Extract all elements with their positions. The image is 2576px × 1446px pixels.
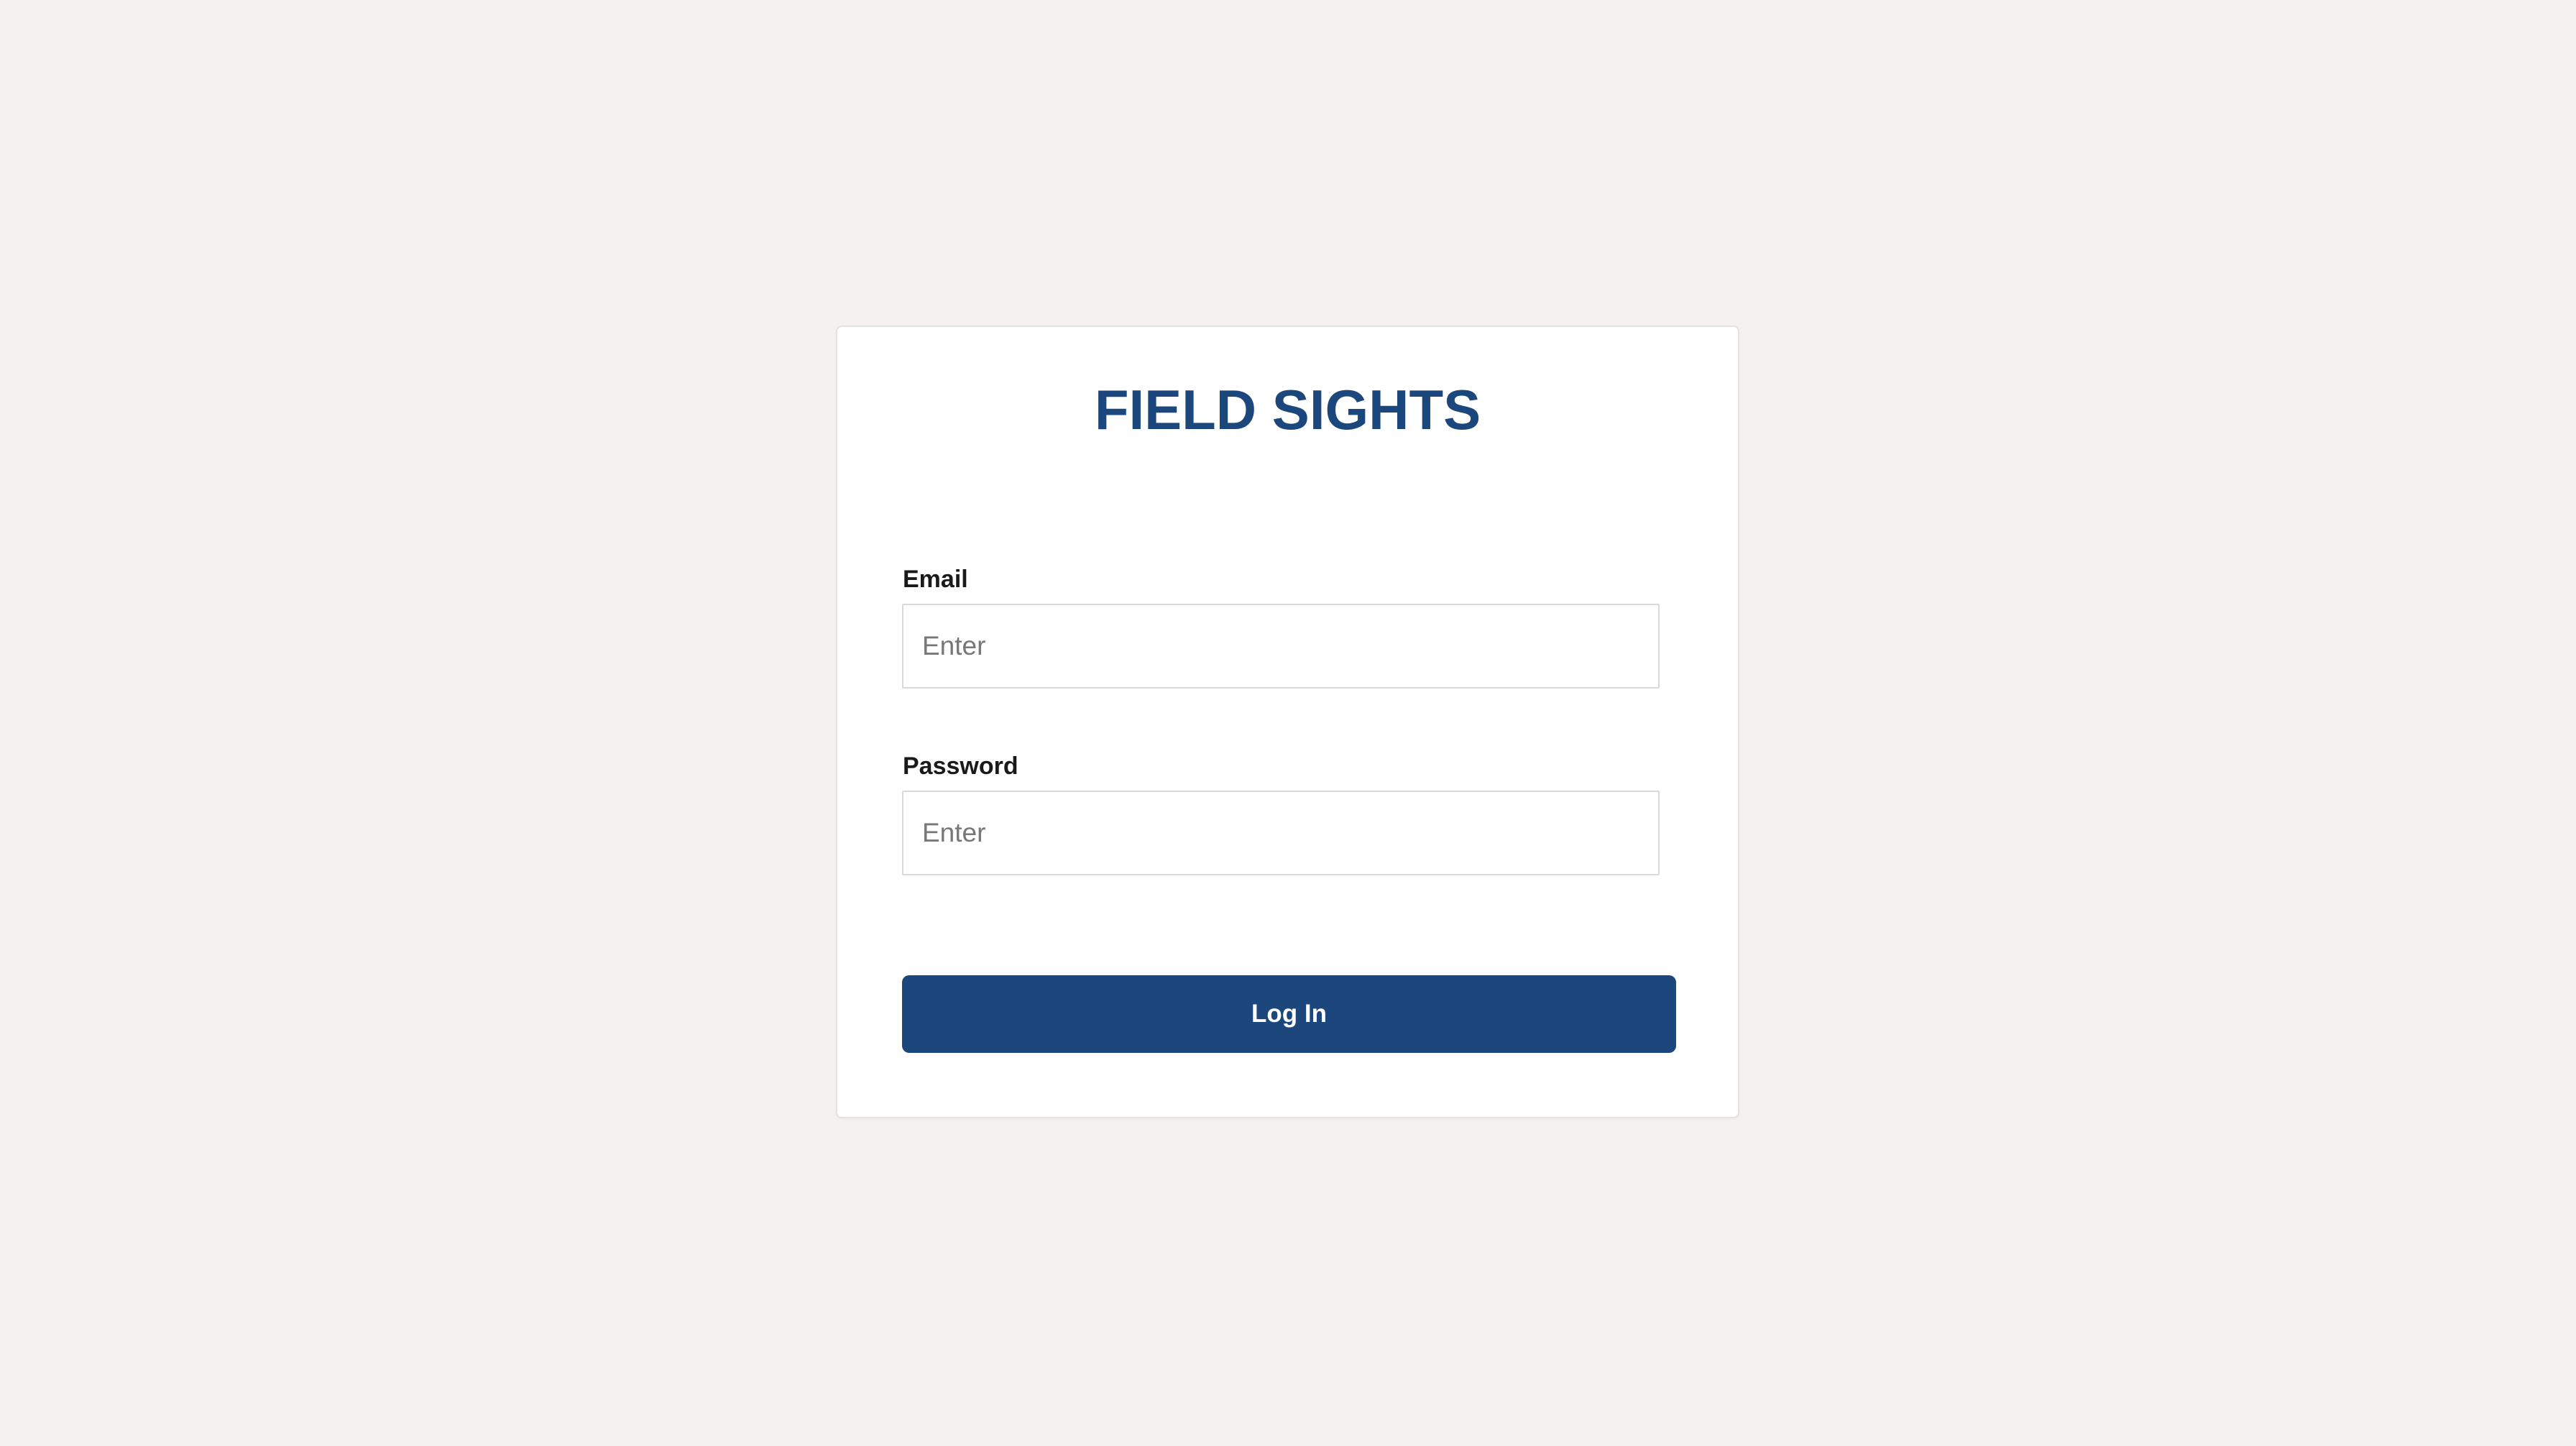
email-label: Email xyxy=(903,566,968,593)
password-field[interactable] xyxy=(902,791,1660,875)
login-button[interactable]: Log In xyxy=(902,975,1676,1053)
email-field[interactable] xyxy=(902,604,1660,689)
login-card: FIELD SIGHTS Email Password Log In xyxy=(836,326,1739,1118)
app-title: FIELD SIGHTS xyxy=(1094,378,1481,441)
password-label: Password xyxy=(903,752,1018,780)
